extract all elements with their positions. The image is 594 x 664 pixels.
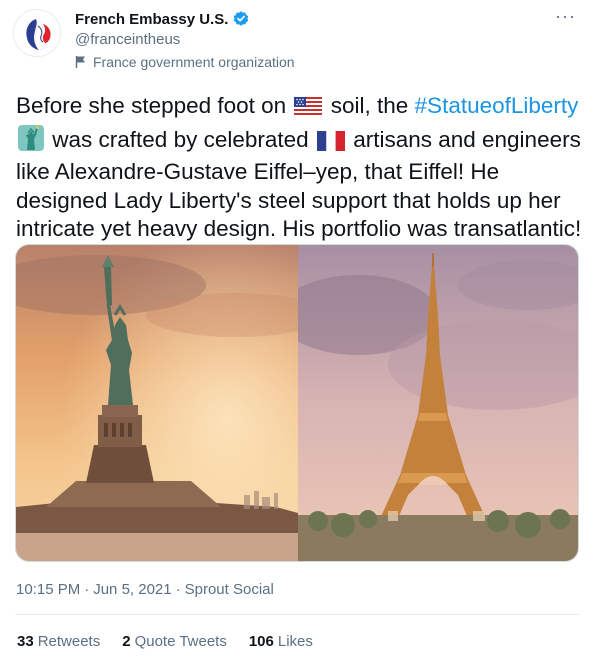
- tweet-date[interactable]: Jun 5, 2021: [93, 581, 171, 598]
- tweet-time[interactable]: 10:15 PM: [16, 581, 80, 598]
- meta-separator: ·: [84, 581, 90, 598]
- meta-separator: ·: [175, 581, 181, 598]
- tweet-text-part: Before she stepped foot on: [16, 93, 287, 118]
- us-flag-icon: [294, 96, 323, 125]
- more-options-icon[interactable]: ···: [555, 6, 576, 27]
- retweets-stat[interactable]: 33 Retweets: [17, 633, 100, 650]
- avatar[interactable]: [13, 9, 61, 57]
- france-flag-icon: [316, 130, 345, 159]
- retweets-count: 33: [17, 633, 34, 650]
- account-label-text: France government organization: [93, 54, 295, 70]
- account-label: France government organization: [75, 54, 295, 70]
- author-handle[interactable]: @franceintheus: [75, 31, 180, 48]
- hashtag-link[interactable]: #StatueofLiberty: [415, 93, 579, 118]
- likes-count: 106: [248, 633, 274, 650]
- likes-stat[interactable]: 106 Likes: [249, 633, 313, 650]
- quote-tweets-stat[interactable]: 2 Quote Tweets: [122, 633, 227, 650]
- divider: [15, 614, 579, 615]
- retweets-label: Retweets: [37, 633, 101, 650]
- statue-of-liberty-icon: [18, 124, 44, 159]
- tweet-media[interactable]: [15, 244, 579, 562]
- author-display-name[interactable]: French Embassy U.S.: [75, 11, 228, 28]
- tweet-meta: 10:15 PM · Jun 5, 2021 · Sprout Social: [16, 581, 274, 598]
- tweet-text: Before she stepped foot on soil, the #St…: [16, 92, 582, 244]
- flag-icon: [75, 55, 87, 69]
- eiffel-tower-photo[interactable]: [278, 245, 578, 561]
- tweet-text-part: soil, the: [330, 93, 409, 118]
- likes-label: Likes: [277, 633, 313, 650]
- verified-badge-icon: [232, 10, 250, 28]
- quote-tweets-label: Quote Tweets: [134, 633, 227, 650]
- author-name-row[interactable]: French Embassy U.S.: [75, 10, 250, 28]
- quote-tweets-count: 2: [122, 633, 131, 650]
- tweet-text-part: was crafted by celebrated: [52, 126, 309, 152]
- statue-of-liberty-photo[interactable]: [16, 245, 326, 561]
- tweet-source[interactable]: Sprout Social: [185, 581, 274, 598]
- tweet-stats: 33 Retweets 2 Quote Tweets 106 Likes: [17, 633, 313, 650]
